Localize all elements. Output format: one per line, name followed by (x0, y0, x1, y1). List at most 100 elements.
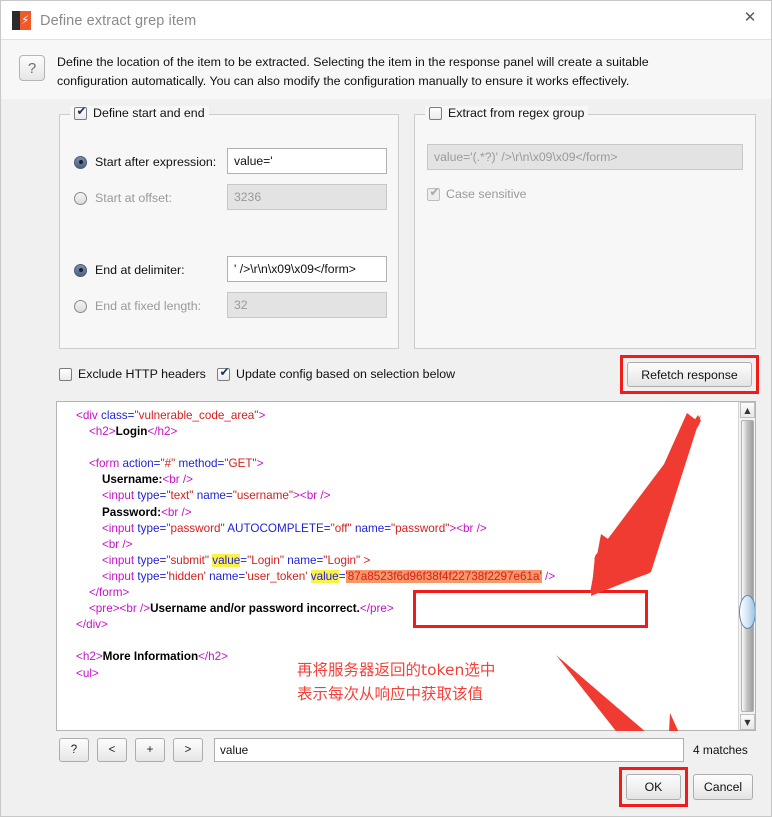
code-token: method= (175, 457, 225, 471)
code-token: <pre> (88, 602, 120, 616)
code-token: </div> (76, 618, 108, 632)
code-token: action= (122, 457, 161, 471)
start-after-expression-radio[interactable] (74, 155, 87, 169)
code-token: value (212, 553, 241, 567)
search-help-button[interactable]: ? (59, 738, 89, 762)
start-at-offset-row[interactable]: Start at offset: (74, 191, 172, 205)
burp-suite-icon: ⚡ (12, 11, 31, 30)
code-token: /> (541, 569, 556, 583)
update-config-checkbox[interactable] (217, 366, 231, 381)
lightning-bolt-glyph: ⚡ (21, 13, 30, 27)
search-previous-button[interactable]: < (97, 738, 127, 762)
code-token: "text" (166, 489, 194, 503)
end-at-delimiter-input[interactable]: ' />\r\n\x09\x09</form> (227, 256, 387, 282)
search-add-button[interactable]: + (135, 738, 165, 762)
case-sensitive-checkbox[interactable] (427, 186, 441, 201)
code-token: "vulnerable_code_area" (134, 409, 259, 422)
extract-from-regex-legend[interactable]: Extract from regex group (425, 106, 589, 120)
define-start-and-end-checkbox[interactable] (74, 105, 88, 120)
extract-from-regex-checkbox[interactable] (429, 106, 442, 120)
response-scrollbar[interactable]: ▲ ▼ (738, 402, 755, 730)
code-token: <br /> (161, 505, 192, 519)
scroll-down-icon[interactable]: ▼ (740, 714, 755, 730)
code-token: Password: (101, 505, 162, 519)
define-start-and-end-group: Define start and end Start after express… (59, 105, 399, 349)
code-line: Password:<br /> (63, 505, 723, 521)
end-at-delimiter-row[interactable]: End at delimiter: (74, 263, 185, 277)
define-start-and-end-legend[interactable]: Define start and end (70, 105, 209, 120)
case-sensitive-row[interactable]: Case sensitive (427, 186, 527, 201)
code-token: <input (101, 521, 138, 535)
code-token: '87a8523f6d96f38f4f22738f2297e61a' (345, 569, 542, 583)
start-after-expression-row[interactable]: Start after expression: (74, 155, 216, 169)
code-token: </h2> (198, 650, 229, 664)
end-at-fixed-length-input[interactable]: 32 (227, 292, 387, 318)
title-bar: ⚡ Define extract grep item ✕ (1, 1, 771, 40)
response-code-text: <div class="vulnerable_code_area"> <h2>L… (63, 408, 723, 682)
code-token: type= (137, 489, 167, 503)
code-line: <input type="password" AUTOCOMPLETE="off… (63, 521, 723, 537)
end-at-delimiter-radio[interactable] (74, 263, 87, 277)
extract-from-regex-group: Extract from regex group value='(.*?)' /… (414, 106, 756, 349)
ok-button-highlight-box (619, 767, 688, 807)
start-at-offset-input[interactable]: 3236 (227, 184, 387, 210)
regex-pattern-input[interactable]: value='(.*?)' />\r\n\x09\x09</form> (427, 144, 743, 170)
code-token: > (256, 457, 264, 471)
help-icon[interactable]: ? (19, 55, 45, 81)
code-token: "Login" (247, 553, 284, 567)
code-token: <h2> (76, 650, 103, 664)
end-at-fixed-length-radio[interactable] (74, 299, 87, 313)
code-token: "Login" > (323, 553, 371, 567)
code-token: <br /> (119, 602, 151, 616)
code-token: "password" (166, 521, 225, 535)
exclude-http-headers-label: Exclude HTTP headers (78, 367, 206, 381)
code-token: <br /> (456, 521, 487, 535)
code-token: "off" (330, 521, 352, 535)
code-token: = (338, 569, 346, 583)
code-token: name= (283, 553, 324, 567)
scrollbar-selection-marker (739, 595, 755, 629)
scroll-up-icon[interactable]: ▲ (740, 402, 755, 418)
code-token: > (293, 489, 300, 503)
start-after-expression-input[interactable]: value=' (227, 148, 387, 174)
code-token: <div (76, 409, 102, 422)
code-line: <h2>Login</h2> (63, 424, 723, 440)
exclude-http-headers-checkbox[interactable] (59, 367, 72, 381)
update-config-row[interactable]: Update config based on selection below (217, 366, 455, 381)
start-at-offset-label: Start at offset: (95, 191, 172, 205)
code-token: <br /> (101, 537, 133, 551)
code-line: <form action="#" method="GET"> (63, 456, 723, 472)
search-input[interactable]: value (214, 738, 684, 762)
end-at-fixed-length-row[interactable]: End at fixed length: (74, 299, 201, 313)
code-line: <input type="text" name="username"><br /… (63, 488, 723, 504)
exclude-http-headers-row[interactable]: Exclude HTTP headers (59, 367, 206, 381)
code-token: <br /> (162, 473, 193, 487)
scrollbar-thumb[interactable] (741, 420, 754, 712)
match-count-label: 4 matches (693, 743, 748, 757)
define-extract-grep-item-dialog: ⚡ Define extract grep item ✕ ? Define th… (0, 0, 772, 817)
code-token: type= (137, 553, 167, 567)
description-text: Define the location of the item to be ex… (57, 55, 649, 88)
chinese-annotation-text: 再将服务器返回的token选中 表示每次从响应中获取该值 (297, 661, 496, 703)
search-next-button[interactable]: > (173, 738, 203, 762)
code-token: type= (137, 569, 167, 583)
cancel-button[interactable]: Cancel (693, 774, 753, 800)
case-sensitive-label: Case sensitive (446, 187, 527, 201)
close-icon[interactable]: ✕ (727, 1, 771, 33)
start-at-offset-radio[interactable] (74, 191, 87, 205)
end-at-delimiter-label: End at delimiter: (95, 263, 185, 277)
code-token: <input (101, 489, 138, 503)
code-token: <input (101, 569, 138, 583)
code-token: </form> (88, 586, 130, 600)
code-token: <br /> (299, 489, 331, 503)
